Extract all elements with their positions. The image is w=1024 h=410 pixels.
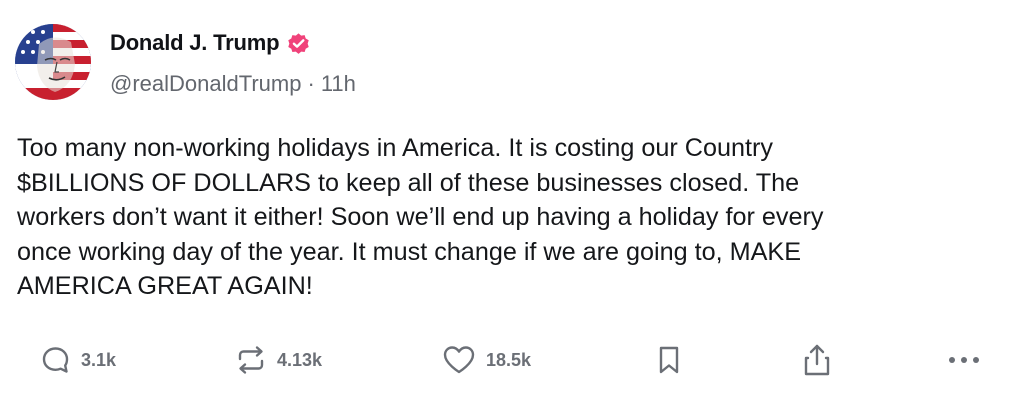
timestamp[interactable]: 11h xyxy=(321,71,356,97)
action-bar: 3.1k 4.13k 18.5k xyxy=(0,338,1024,382)
reply-button[interactable]: 3.1k xyxy=(40,338,116,382)
handle[interactable]: @realDonaldTrump xyxy=(110,71,301,97)
repost-button[interactable]: 4.13k xyxy=(234,338,322,382)
bookmark-button[interactable] xyxy=(654,338,684,382)
bookmark-icon xyxy=(659,346,679,374)
separator: · xyxy=(307,71,315,96)
handle-row: @realDonaldTrump · 11h xyxy=(110,71,356,97)
reply-count: 3.1k xyxy=(81,349,117,370)
avatar-image xyxy=(15,24,91,100)
post-text: Too many non-working holidays in America… xyxy=(17,134,824,300)
repost-count: 4.13k xyxy=(277,349,323,370)
like-count: 18.5k xyxy=(486,349,532,370)
reply-icon xyxy=(42,347,69,373)
share-icon xyxy=(804,344,830,376)
author-name-row: Donald J. Trump xyxy=(110,28,311,58)
more-button[interactable] xyxy=(946,338,982,382)
verified-badge-icon xyxy=(286,31,311,56)
share-button[interactable] xyxy=(800,338,834,382)
repost-icon xyxy=(238,346,264,374)
more-icon xyxy=(949,357,979,363)
display-name[interactable]: Donald J. Trump xyxy=(110,30,280,56)
post-card: Donald J. Trump @realDonaldTrump · 11h T… xyxy=(0,0,1024,410)
avatar[interactable] xyxy=(15,24,91,100)
heart-icon xyxy=(443,346,475,374)
like-button[interactable]: 18.5k xyxy=(441,338,531,382)
